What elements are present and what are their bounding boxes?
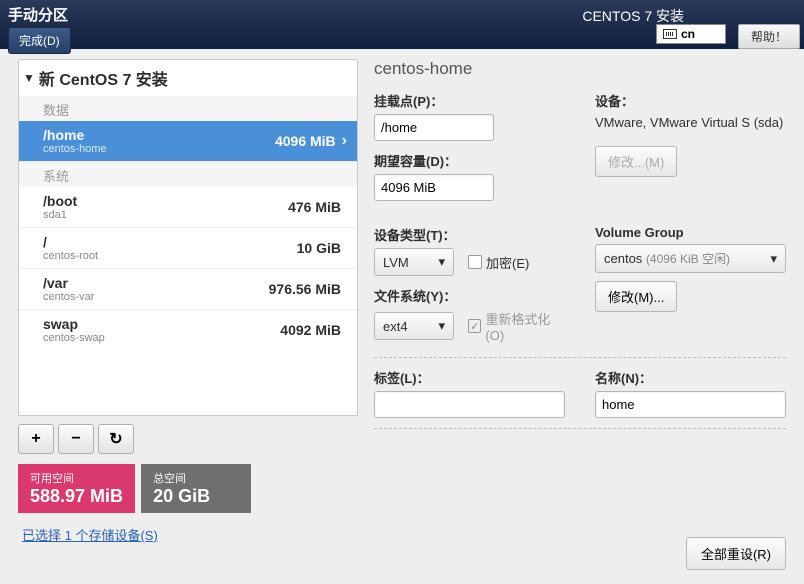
keyboard-icon <box>663 29 677 39</box>
remove-partition-button[interactable]: − <box>58 424 94 454</box>
filesystem-select[interactable]: ext4 ▾ <box>374 312 454 340</box>
help-button[interactable]: 帮助！ <box>738 24 800 49</box>
add-partition-button[interactable]: + <box>18 424 54 454</box>
reset-all-button[interactable]: 全部重设(R) <box>686 537 786 570</box>
top-bar: 手动分区 完成(D) CENTOS 7 安装 cn 帮助！ <box>0 0 804 49</box>
separator <box>374 357 786 358</box>
modify-vg-button[interactable]: 修改(M)... <box>595 281 677 312</box>
install-tree-header[interactable]: ▼ 新 CentOS 7 安装 <box>19 60 357 96</box>
separator <box>374 428 786 429</box>
partition-row-root[interactable]: / centos-root 10 GiB <box>19 228 357 269</box>
volume-group-label: Volume Group <box>595 225 786 240</box>
encrypt-checkbox-row[interactable]: 加密(E) <box>468 253 529 272</box>
partition-row-swap[interactable]: swap centos-swap 4092 MiB <box>19 310 357 350</box>
devices-text: VMware, VMware Virtual S (sda) <box>595 114 786 132</box>
mount-point-label: 挂载点(P)： <box>374 91 565 110</box>
name-input[interactable] <box>595 391 786 418</box>
filesystem-label: 文件系统(Y)： <box>374 286 565 305</box>
chevron-down-icon: ▾ <box>438 318 445 334</box>
storage-devices-link[interactable]: 已选择 1 个存储设备(S) <box>18 525 358 544</box>
partition-sidebar: ▼ 新 CentOS 7 安装 数据 /home centos-home 409… <box>18 59 358 544</box>
name-label: 名称(N)： <box>595 368 786 387</box>
capacity-input[interactable] <box>374 174 494 201</box>
reformat-checkbox-row: ✓ 重新格式化(O) <box>468 309 565 343</box>
page-title: 手动分区 <box>8 4 71 25</box>
total-space-box: 总空间 20 GiB <box>141 464 251 513</box>
partition-row-var[interactable]: /var centos-var 976.56 MiB <box>19 269 357 310</box>
chevron-right-icon: › <box>342 132 347 150</box>
modify-devices-button[interactable]: 修改...(M) <box>595 146 677 177</box>
reformat-checkbox: ✓ <box>468 319 481 333</box>
capacity-label: 期望容量(D)： <box>374 151 565 170</box>
device-type-select[interactable]: LVM ▾ <box>374 248 454 276</box>
volume-group-select[interactable]: centos (4096 KiB 空闲) ▾ <box>595 244 786 273</box>
mount-point-input[interactable] <box>374 114 494 141</box>
section-data-label: 数据 <box>19 96 357 121</box>
done-button[interactable]: 完成(D) <box>8 27 71 54</box>
label-input[interactable] <box>374 391 565 418</box>
chevron-down-icon: ▾ <box>770 251 777 267</box>
available-space-box: 可用空间 588.97 MiB <box>18 464 135 513</box>
reload-button[interactable]: ↻ <box>98 424 134 454</box>
keyboard-indicator[interactable]: cn <box>656 24 726 44</box>
partition-row-boot[interactable]: /boot sda1 476 MiB <box>19 187 357 228</box>
details-panel: centos-home 挂载点(P)： 期望容量(D)： 设备： VMware,… <box>374 59 786 544</box>
encrypt-checkbox[interactable] <box>468 255 482 269</box>
device-type-label: 设备类型(T)： <box>374 225 565 244</box>
section-system-label: 系统 <box>19 162 357 187</box>
partition-row-home[interactable]: /home centos-home 4096 MiB › <box>19 121 357 162</box>
chevron-down-icon: ▾ <box>438 254 445 270</box>
keyboard-layout: cn <box>681 27 695 41</box>
label-label: 标签(L)： <box>374 368 565 387</box>
devices-label: 设备： <box>595 91 786 110</box>
details-title: centos-home <box>374 59 786 79</box>
disclose-icon: ▼ <box>23 71 35 85</box>
